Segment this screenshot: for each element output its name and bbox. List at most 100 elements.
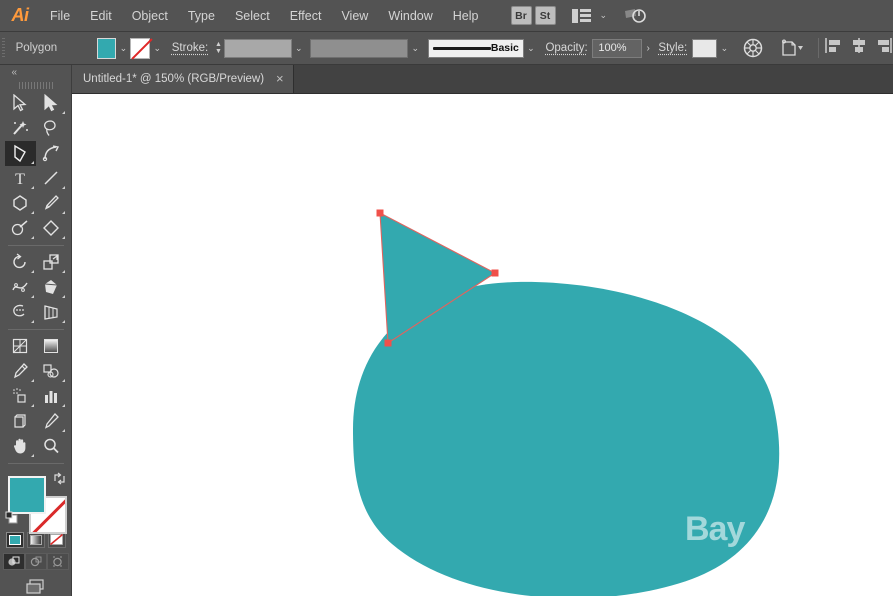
align-center-icon[interactable] xyxy=(850,37,868,59)
illustrator-window: Ai File Edit Object Type Select Effect V… xyxy=(0,0,893,596)
zoom-tool[interactable] xyxy=(36,434,67,459)
type-tool[interactable]: T xyxy=(5,166,36,191)
brush-chevron-down-icon[interactable]: ⌄ xyxy=(524,38,538,59)
color-mode-button[interactable] xyxy=(6,532,24,548)
stroke-weight-input[interactable] xyxy=(224,39,292,58)
anchor-point xyxy=(377,210,384,217)
change-screen-mode-icon[interactable] xyxy=(21,579,51,596)
tool-flyout-indicator-icon xyxy=(31,404,34,407)
align-left-icon[interactable] xyxy=(825,37,843,59)
align-buttons-group xyxy=(825,37,893,59)
tool-flyout-indicator-icon xyxy=(31,270,34,273)
control-bar: Polygon ⌄ ⌄ Stroke: ▲▼ ⌄ ⌄ Basic ⌄ Opaci… xyxy=(0,32,893,65)
menu-item-effect[interactable]: Effect xyxy=(280,0,332,32)
symbol-sprayer-tool[interactable] xyxy=(5,384,36,409)
tool-flyout-indicator-icon xyxy=(31,295,34,298)
menu-item-view[interactable]: View xyxy=(331,0,378,32)
close-icon[interactable]: × xyxy=(276,74,284,84)
control-bar-divider xyxy=(818,38,819,58)
opacity-input[interactable]: 100% xyxy=(592,39,641,58)
document-tab-bar: Untitled-1* @ 150% (RGB/Preview) × xyxy=(72,65,893,94)
align-right-icon[interactable] xyxy=(875,37,893,59)
artboard-tool[interactable] xyxy=(5,409,36,434)
free-transform-tool[interactable] xyxy=(36,275,67,300)
fill-color-swatch[interactable] xyxy=(97,38,117,59)
style-chevron-down-icon[interactable]: ⌄ xyxy=(717,38,731,59)
artwork-layer xyxy=(72,94,893,596)
default-fill-stroke-icon[interactable] xyxy=(5,511,19,525)
draw-normal-button[interactable] xyxy=(3,553,25,570)
gradient-mode-button[interactable] xyxy=(27,532,45,548)
svg-text:T: T xyxy=(15,171,25,187)
document-tab[interactable]: Untitled-1* @ 150% (RGB/Preview) × xyxy=(72,65,294,93)
lasso-tool[interactable] xyxy=(36,116,67,141)
artboard-canvas[interactable]: Bay xyxy=(72,94,893,596)
menu-bar-utilities: Br St ⌄ xyxy=(511,5,651,27)
tool-flyout-indicator-icon xyxy=(62,379,65,382)
workspace-chevron-down-icon[interactable]: ⌄ xyxy=(600,10,608,21)
graphic-style-swatch[interactable] xyxy=(692,39,717,58)
eyedropper-tool[interactable] xyxy=(5,359,36,384)
blend-tool[interactable] xyxy=(36,359,67,384)
bridge-button[interactable]: Br xyxy=(511,6,532,25)
magic-wand-tool[interactable] xyxy=(5,116,36,141)
paintbrush-tool[interactable] xyxy=(36,191,67,216)
blob-ellipse xyxy=(353,282,779,596)
selection-tool[interactable] xyxy=(5,91,36,116)
shape-builder-tool[interactable] xyxy=(5,300,36,325)
direct-selection-tool[interactable] xyxy=(36,91,67,116)
column-graph-tool[interactable] xyxy=(36,384,67,409)
curvature-tool[interactable] xyxy=(36,141,67,166)
collapse-panel-button[interactable]: « xyxy=(0,65,72,80)
toolbar-fill-swatch[interactable] xyxy=(8,476,46,514)
pen-tool[interactable] xyxy=(5,141,36,166)
menu-item-select[interactable]: Select xyxy=(225,0,280,32)
perspective-grid-tool[interactable] xyxy=(36,300,67,325)
fill-chevron-down-icon[interactable]: ⌄ xyxy=(116,38,130,59)
tool-flyout-indicator-icon xyxy=(31,320,34,323)
scale-tool[interactable] xyxy=(36,250,67,275)
variable-width-profile-select[interactable] xyxy=(310,39,409,58)
menu-item-edit[interactable]: Edit xyxy=(80,0,122,32)
stroke-weight-stepper[interactable]: ▲▼ xyxy=(213,38,224,59)
rotate-tool[interactable] xyxy=(5,250,36,275)
workspace-switcher-icon[interactable] xyxy=(569,5,595,27)
search-adobe-icon[interactable] xyxy=(620,5,650,27)
anchor-point xyxy=(492,270,499,277)
shaper-tool[interactable] xyxy=(5,216,36,241)
draw-inside-button[interactable] xyxy=(47,553,69,570)
swap-fill-stroke-icon[interactable] xyxy=(53,472,67,486)
tool-flyout-indicator-icon xyxy=(62,320,65,323)
stroke-chevron-down-icon[interactable]: ⌄ xyxy=(150,38,164,59)
none-mode-button[interactable] xyxy=(48,532,66,548)
menu-item-type[interactable]: Type xyxy=(178,0,225,32)
brush-stroke-preview-icon xyxy=(433,47,491,50)
stroke-color-swatch[interactable] xyxy=(130,38,150,59)
polygon-shape-tool[interactable] xyxy=(5,191,36,216)
menu-item-window[interactable]: Window xyxy=(378,0,442,32)
brush-definition-select[interactable]: Basic xyxy=(428,39,524,58)
gradient-tool[interactable] xyxy=(36,334,67,359)
control-bar-grip[interactable] xyxy=(0,32,7,65)
mesh-tool[interactable] xyxy=(5,334,36,359)
tools-panel-grip[interactable] xyxy=(0,80,72,91)
opacity-options-arrow-icon[interactable]: › xyxy=(642,43,655,54)
slice-tool[interactable] xyxy=(36,409,67,434)
draw-behind-button[interactable] xyxy=(25,553,47,570)
menu-item-file[interactable]: File xyxy=(40,0,80,32)
menu-item-help[interactable]: Help xyxy=(443,0,489,32)
hand-tool[interactable] xyxy=(5,434,36,459)
tool-flyout-indicator-icon xyxy=(62,429,65,432)
stock-button[interactable]: St xyxy=(535,6,556,25)
tool-flyout-indicator-icon xyxy=(31,379,34,382)
eraser-tool[interactable] xyxy=(36,216,67,241)
width-tool[interactable] xyxy=(5,275,36,300)
menu-item-object[interactable]: Object xyxy=(122,0,178,32)
variable-width-chevron-down-icon[interactable]: ⌄ xyxy=(408,38,422,59)
recolor-artwork-icon[interactable] xyxy=(741,35,765,61)
document-setup-icon[interactable] xyxy=(776,36,808,60)
line-segment-tool[interactable] xyxy=(36,166,67,191)
drawing-mode-buttons xyxy=(3,553,69,570)
tool-flyout-indicator-icon xyxy=(31,236,34,239)
stroke-weight-chevron-down-icon[interactable]: ⌄ xyxy=(292,38,306,59)
